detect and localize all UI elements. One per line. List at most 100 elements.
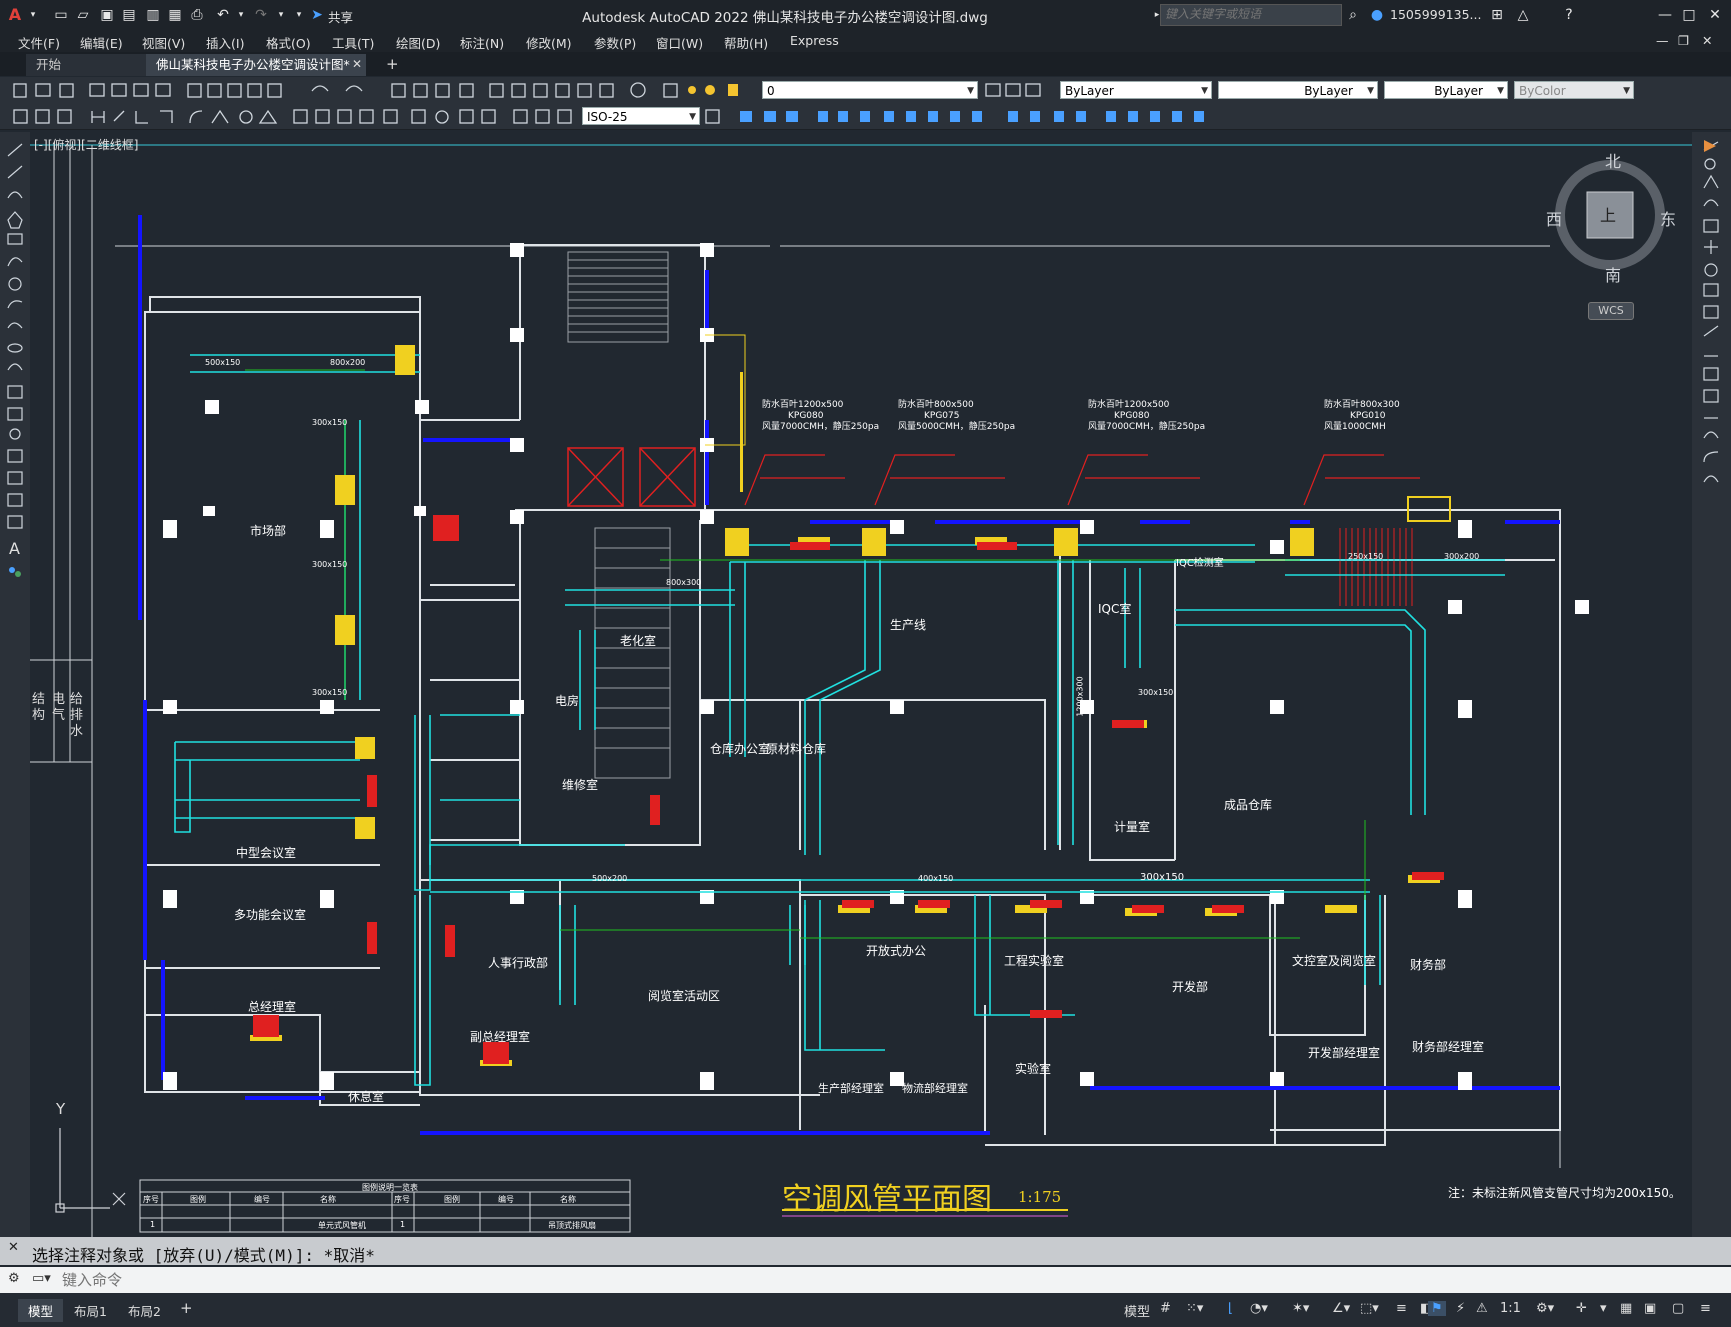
modify-tools-icons[interactable] (1692, 136, 1731, 516)
room-label: 财务部经理室 (1412, 1040, 1485, 1054)
polar-icon[interactable]: ◔▾ (1250, 1301, 1268, 1316)
annotation-monitor-icon[interactable]: ✛ (1576, 1301, 1587, 1316)
menu-insert[interactable]: 插入(I) (206, 33, 244, 52)
doc-minimize-icon[interactable]: — (1656, 33, 1669, 48)
close-icon[interactable]: ✕ (1706, 6, 1724, 24)
save-web-icon[interactable]: ▦ (166, 6, 184, 24)
open-web-icon[interactable]: ▥ (144, 6, 162, 24)
color-select[interactable]: ByLayer ▼ (1060, 81, 1212, 99)
search-input[interactable] (1161, 5, 1339, 23)
command-input[interactable] (60, 1269, 1664, 1291)
user-icon[interactable]: ● (1368, 6, 1386, 24)
otrack-icon[interactable]: ∠▾ (1332, 1301, 1350, 1316)
command-recent-icon[interactable]: ▭▾ (32, 1271, 51, 1286)
open-file-icon[interactable]: ▱ (74, 6, 92, 24)
units-icon[interactable]: ▾ (1600, 1301, 1607, 1316)
draw-tools-icons[interactable]: A (0, 138, 30, 598)
clean-screen-icon[interactable]: ▢ (1672, 1301, 1684, 1316)
annotation-visibility-icon[interactable]: ⚑ (1428, 1301, 1446, 1316)
dimstyle-select[interactable]: ISO-25 ▼ (582, 107, 700, 125)
osnap-icon[interactable]: ✶▾ (1292, 1301, 1309, 1316)
autoscale-icon[interactable]: ⚡ (1456, 1301, 1465, 1316)
viewcube-north[interactable]: 北 (1605, 148, 1621, 172)
tab-close-icon[interactable]: ✕ (352, 57, 362, 71)
redo-icon[interactable]: ↷ (252, 6, 270, 24)
plot-icon[interactable]: ⎙ (188, 6, 206, 24)
menu-tools[interactable]: 工具(T) (332, 33, 374, 52)
save-as-icon[interactable]: ▤ (120, 6, 138, 24)
undo-dropdown-icon[interactable]: ▾ (232, 6, 250, 24)
new-file-icon[interactable]: ▭ (52, 6, 70, 24)
menu-file[interactable]: 文件(F) (18, 33, 60, 52)
redo-dropdown-icon[interactable]: ▾ (272, 6, 290, 24)
grid-icon[interactable]: # (1160, 1301, 1171, 1316)
floor-plan-drawing[interactable] (30, 132, 1692, 1237)
share-icon[interactable]: ➤ (308, 6, 326, 24)
room-label: 生产线 (890, 618, 927, 632)
doc-restore-icon[interactable]: ❐ (1678, 33, 1689, 48)
undo-icon[interactable]: ↶ (214, 6, 232, 24)
isodraft-icon[interactable]: ⬚▾ (1360, 1301, 1379, 1316)
wcs-menu-button[interactable]: WCS (1588, 302, 1634, 320)
layout-tab-1[interactable]: 布局1 (74, 1301, 107, 1320)
viewport-controls-label[interactable]: [-][俯视][二维线框] (34, 136, 138, 153)
command-customize-icon[interactable]: ⚙ (8, 1271, 20, 1286)
legend-title: 图例说明一览表 (362, 1183, 418, 1192)
dimstyle-select-value: ISO-25 (587, 110, 628, 124)
file-tab-bar: 开始 佛山某科技电子办公楼空调设计图* ✕ + (0, 52, 1731, 76)
viewcube-top-face[interactable]: 上 (1600, 202, 1616, 226)
menu-edit[interactable]: 编辑(E) (80, 33, 123, 52)
customization-icon[interactable]: ≡ (1700, 1301, 1711, 1316)
menu-modify[interactable]: 修改(M) (526, 33, 572, 52)
room-label: 中型会议室 (236, 846, 297, 860)
menu-draw[interactable]: 绘图(D) (396, 33, 440, 52)
maximize-icon[interactable]: □ (1680, 6, 1698, 24)
new-tab-button[interactable]: + (386, 55, 399, 73)
a360-icon[interactable]: △ (1514, 6, 1532, 24)
workspace-gear-icon[interactable]: ⚙▾ (1536, 1301, 1554, 1316)
snap-icon[interactable]: ⁙▾ (1186, 1301, 1203, 1316)
autocad-logo-icon[interactable]: A (6, 6, 24, 24)
menu-format[interactable]: 格式(O) (266, 33, 311, 52)
drawing-area[interactable]: [-][俯视][二维线框] 北 南 东 西 上 WCS Y 结构 电气 给排水 … (30, 132, 1692, 1237)
annotation-scale-value[interactable]: 1:1 (1500, 1301, 1521, 1316)
annotation-scale-icon[interactable]: ⚠ (1476, 1301, 1488, 1316)
help-icon[interactable]: ? (1560, 6, 1578, 24)
linetype-select[interactable]: ByLayer ▼ (1218, 81, 1378, 99)
viewcube-south[interactable]: 南 (1605, 262, 1621, 286)
search-icon[interactable]: ⌕ (1344, 6, 1362, 24)
save-icon[interactable]: ▣ (98, 6, 116, 24)
quick-properties-icon[interactable]: ▦ (1620, 1301, 1632, 1316)
cart-icon[interactable]: ⊞ (1488, 6, 1506, 24)
add-layout-button[interactable]: + (180, 1299, 193, 1317)
viewcube-west[interactable]: 西 (1546, 206, 1562, 230)
dimension-toolbar-icons[interactable] (0, 103, 1731, 129)
layout-tab-2[interactable]: 布局2 (128, 1301, 161, 1320)
tab-drawing[interactable]: 佛山某科技电子办公楼空调设计图* (146, 54, 366, 76)
layer-select[interactable]: 0 ▼ (762, 81, 978, 99)
ortho-icon[interactable]: ⌊ (1228, 1301, 1233, 1316)
room-label: 开发部经理室 (1308, 1046, 1381, 1060)
share-label[interactable]: 共享 (328, 7, 353, 26)
viewcube-east[interactable]: 东 (1660, 206, 1676, 230)
customize-dropdown-icon[interactable]: ▾ (290, 6, 308, 24)
app-menu-chevron-icon[interactable]: ▾ (24, 6, 42, 24)
layout-tab-model[interactable]: 模型 (18, 1299, 64, 1322)
menu-dimension[interactable]: 标注(N) (460, 33, 504, 52)
menu-express[interactable]: Express (790, 33, 839, 48)
menu-parametric[interactable]: 参数(P) (594, 33, 636, 52)
minimize-icon[interactable]: — (1656, 6, 1674, 24)
graphics-performance-icon[interactable]: ▣ (1644, 1301, 1656, 1316)
lineweight-toggle-icon[interactable]: ≡ (1396, 1301, 1407, 1316)
menu-view[interactable]: 视图(V) (142, 33, 185, 52)
plotstyle-select[interactable]: ByColor ▼ (1514, 81, 1634, 99)
tab-start[interactable]: 开始 (26, 54, 156, 76)
menu-help[interactable]: 帮助(H) (724, 33, 768, 52)
menu-window[interactable]: 窗口(W) (656, 33, 703, 52)
lineweight-select[interactable]: ByLayer ▼ (1384, 81, 1508, 99)
doc-close-icon[interactable]: ✕ (1702, 33, 1712, 48)
search-field[interactable] (1160, 4, 1342, 26)
model-space-button[interactable]: 模型 (1124, 1301, 1150, 1320)
user-name[interactable]: 1505999135... (1390, 7, 1481, 22)
command-close-icon[interactable]: ✕ (8, 1240, 19, 1255)
